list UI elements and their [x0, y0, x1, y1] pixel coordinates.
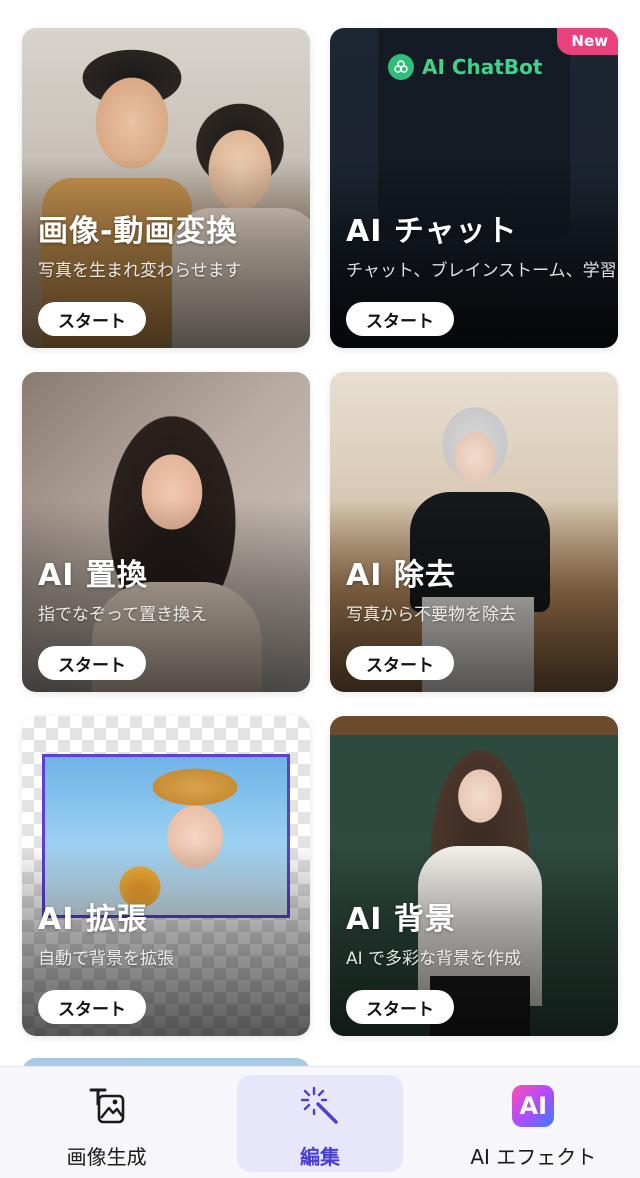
start-button[interactable]: スタート: [38, 990, 146, 1024]
card-title: AI 拡張: [38, 902, 148, 937]
card-ai-chat[interactable]: AI ChatBot New AI チャット チャット、ブレインストーム、学習 …: [330, 28, 618, 348]
new-badge: New: [557, 28, 618, 55]
card-ai-remove[interactable]: AI 除去 写真から不要物を除去 スタート: [330, 372, 618, 692]
start-button[interactable]: スタート: [38, 302, 146, 336]
chatbot-brand: AI ChatBot: [388, 54, 542, 80]
card-ai-expand[interactable]: AI 拡張 自動で背景を拡張 スタート: [22, 716, 310, 1036]
card-subtitle: AI で多彩な背景を作成: [346, 949, 522, 969]
nav-edit[interactable]: 編集: [213, 1067, 426, 1178]
start-button[interactable]: スタート: [346, 302, 454, 336]
nav-label: 画像生成: [66, 1145, 147, 1169]
card-subtitle: チャット、ブレインストーム、学習: [346, 261, 617, 281]
start-button[interactable]: スタート: [346, 990, 454, 1024]
card-subtitle: 自動で背景を拡張: [38, 949, 174, 969]
card-image-to-video[interactable]: 画像-動画変換 写真を生まれ変わらせます スタート: [22, 28, 310, 348]
nav-label: AI エフェクト: [470, 1145, 597, 1169]
start-button[interactable]: スタート: [38, 646, 146, 680]
nav-image-generation[interactable]: 画像生成: [0, 1067, 213, 1178]
card-subtitle: 写真から不要物を除去: [346, 605, 516, 625]
text-to-image-icon: [84, 1083, 130, 1129]
start-button[interactable]: スタート: [346, 646, 454, 680]
card-title: AI 置換: [38, 558, 148, 593]
magic-wand-icon: [297, 1083, 343, 1129]
card-subtitle: 写真を生まれ変わらせます: [38, 261, 242, 281]
bottom-navigation: 画像生成 編集 AI AI エフェクト: [0, 1066, 640, 1178]
card-ai-replace[interactable]: AI 置換 指でなぞって置き換え スタート: [22, 372, 310, 692]
card-ai-background[interactable]: AI 背景 AI で多彩な背景を作成 スタート: [330, 716, 618, 1036]
card-title: AI チャット: [346, 214, 518, 249]
chatbot-brand-label: AI ChatBot: [422, 55, 543, 79]
ai-effect-icon: AI: [510, 1083, 556, 1129]
card-title: AI 除去: [346, 558, 456, 593]
chatbot-logo-icon: [388, 54, 414, 80]
card-title: AI 背景: [346, 902, 456, 937]
card-title: 画像-動画変換: [38, 214, 238, 249]
nav-ai-effect[interactable]: AI AI エフェクト: [427, 1067, 640, 1178]
nav-label: 編集: [299, 1145, 340, 1169]
card-subtitle: 指でなぞって置き換え: [38, 605, 208, 625]
